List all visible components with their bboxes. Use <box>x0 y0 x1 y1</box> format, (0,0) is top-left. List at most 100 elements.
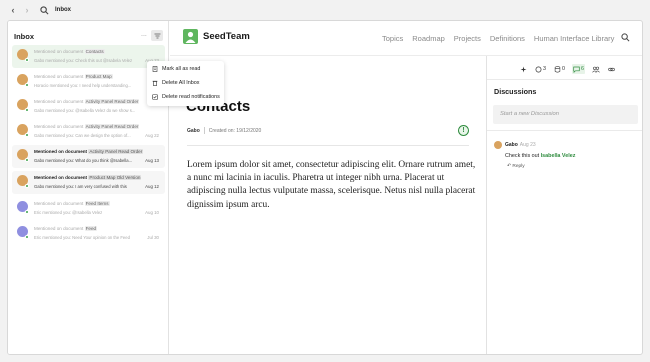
item-date: Aug 10 <box>145 209 159 215</box>
item-prefix: Mentioned on document <box>34 49 84 54</box>
document-tag: Activity Panel Read Order <box>88 149 144 154</box>
item-preview: Gabo mentioned you: What do you think @I… <box>34 157 133 163</box>
database-icon <box>554 65 561 72</box>
item-preview: Gabo mentioned you: @Isabella Velez do w… <box>34 107 136 113</box>
item-title: Mentioned on document Product Map Old Ve… <box>34 175 142 180</box>
status-dot <box>25 210 29 214</box>
meta-divider <box>203 127 205 134</box>
inbox-item[interactable]: Mentioned on document Product Map Horacio… <box>12 70 165 93</box>
item-title: Mentioned on document Feed <box>34 226 98 231</box>
document-tag: Feed Items <box>84 201 110 206</box>
app-window: Inbox ... Mentioned on document Contacts… <box>7 20 643 355</box>
item-prefix: Mentioned on document <box>34 226 84 231</box>
alert-button[interactable]: ! <box>458 125 469 136</box>
item-date: Jul 30 <box>147 234 159 240</box>
nav-human-interface-library[interactable]: Human Interface Library <box>534 34 614 43</box>
search-icon[interactable] <box>621 33 630 42</box>
sparkle-button[interactable] <box>519 64 528 74</box>
reply-button[interactable]: ↶ Reply <box>507 164 525 169</box>
document-tag: Activity Panel Read Order <box>84 99 140 104</box>
item-preview: Horacio mentioned you: I need help under… <box>34 82 132 88</box>
forward-icon[interactable]: › <box>22 5 32 15</box>
database-count: 0 <box>562 66 565 72</box>
logo-icon <box>183 29 198 44</box>
panel-toolbar: 3 0 6 <box>487 64 642 74</box>
more-icon[interactable]: ... <box>141 31 147 38</box>
document-icon <box>152 66 158 72</box>
inbox-item[interactable]: Mentioned on document Activity Panel Rea… <box>12 120 165 143</box>
link-button[interactable] <box>607 64 616 74</box>
comment-date: Aug 23 <box>519 142 536 148</box>
users-button[interactable] <box>591 64 601 74</box>
top-toolbar: ‹ › Inbox <box>0 0 650 20</box>
link-icon <box>608 67 615 71</box>
new-discussion-input[interactable]: Start a new Discussion <box>493 105 638 124</box>
panel-divider <box>487 79 642 80</box>
inbox-item[interactable]: Mentioned on document Activity Panel Rea… <box>12 95 165 118</box>
item-title: Mentioned on document Activity Panel Rea… <box>34 99 140 104</box>
comment-text: Check this out Isabella Velez <box>505 153 575 159</box>
comment-mention[interactable]: Isabella Velez <box>541 153 576 159</box>
document-meta: Gabo Created on: 19/12/2020 <box>187 127 261 134</box>
item-date: Aug 22 <box>145 132 159 138</box>
filter-icon <box>154 33 160 38</box>
reply-label: Reply <box>512 164 525 169</box>
item-title: Mentioned on document Product Map <box>34 74 113 79</box>
document-tag: Activity Panel Read Order <box>84 124 140 129</box>
item-date: Aug 12 <box>145 183 159 189</box>
activity-panel: 3 0 6 Discussions Start a new Discussion… <box>486 56 642 354</box>
status-dot <box>25 83 29 87</box>
status-dot <box>25 235 29 239</box>
inbox-title: Inbox <box>14 32 34 41</box>
nav-definitions[interactable]: Definitions <box>490 34 525 43</box>
menu-item-delete-read[interactable]: Delete read notifications <box>152 94 220 100</box>
item-title: Mentioned on document Contacts <box>34 49 105 54</box>
comment-button[interactable]: 6 <box>572 64 585 74</box>
menu-item-mark-all-read[interactable]: Mark all as read <box>152 66 200 72</box>
item-preview: Gabo mentioned you: I am very confused w… <box>34 183 127 189</box>
document-tag: Feed <box>84 226 98 231</box>
inbox-item[interactable]: Mentioned on document Feed Eric mentioned… <box>12 222 165 245</box>
item-prefix: Mentioned on document <box>34 124 84 129</box>
menu-item-delete-all[interactable]: Delete All Inbox <box>152 80 199 86</box>
inbox-item[interactable]: Mentioned on document Feed Items Eric men… <box>12 197 165 220</box>
comment-author: Gabo Aug 23 <box>505 142 536 148</box>
inbox-item[interactable]: Mentioned on document Product Map Old Ve… <box>12 171 165 194</box>
status-dot <box>25 158 29 162</box>
item-prefix: Mentioned on document <box>34 201 84 206</box>
filter-button[interactable] <box>151 30 163 41</box>
item-prefix: Mentioned on document <box>34 99 84 104</box>
author-name[interactable]: Gabo <box>187 128 200 134</box>
page-title: Inbox <box>55 7 71 13</box>
status-dot <box>25 108 29 112</box>
item-preview: Eric mentioned you: Need Your opinion on… <box>34 234 130 240</box>
nav-topics[interactable]: Topics <box>382 34 403 43</box>
inbox-item[interactable]: Mentioned on document Activity Panel Rea… <box>12 145 165 168</box>
refresh-button[interactable]: 3 <box>534 64 547 74</box>
inbox-item[interactable]: Mentioned on document Contacts Gabo menti… <box>12 45 165 68</box>
discussion-divider <box>487 130 642 131</box>
item-title: Mentioned on document Activity Panel Rea… <box>34 149 144 154</box>
item-date: Aug 13 <box>145 157 159 163</box>
brand[interactable]: SeedTeam <box>183 29 250 44</box>
item-prefix: Mentioned on document <box>34 149 88 154</box>
search-icon[interactable] <box>40 5 49 15</box>
item-preview: Gabo mentioned you: Can we design the op… <box>34 132 131 138</box>
refresh-icon <box>535 66 542 72</box>
database-button[interactable]: 0 <box>553 64 566 74</box>
avatar <box>494 141 502 149</box>
item-prefix: Mentioned on document <box>34 74 84 79</box>
nav-projects[interactable]: Projects <box>454 34 481 43</box>
item-preview: Eric mentioned you: @Isabella Velez <box>34 209 103 215</box>
comment-body: Check this out <box>505 153 541 159</box>
status-dot <box>25 58 29 62</box>
check-square-icon <box>152 94 158 100</box>
menu-item-label: Delete All Inbox <box>162 80 200 86</box>
nav-roadmap[interactable]: Roadmap <box>412 34 445 43</box>
comment-author-name: Gabo <box>505 142 518 148</box>
item-title: Mentioned on document Feed Items <box>34 201 110 206</box>
document-tag: Product Map Old Version <box>88 175 142 180</box>
back-icon[interactable]: ‹ <box>8 5 18 15</box>
top-nav: Topics Roadmap Projects Definitions Human In… <box>382 34 623 43</box>
item-title: Mentioned on document Activity Panel Rea… <box>34 124 140 129</box>
